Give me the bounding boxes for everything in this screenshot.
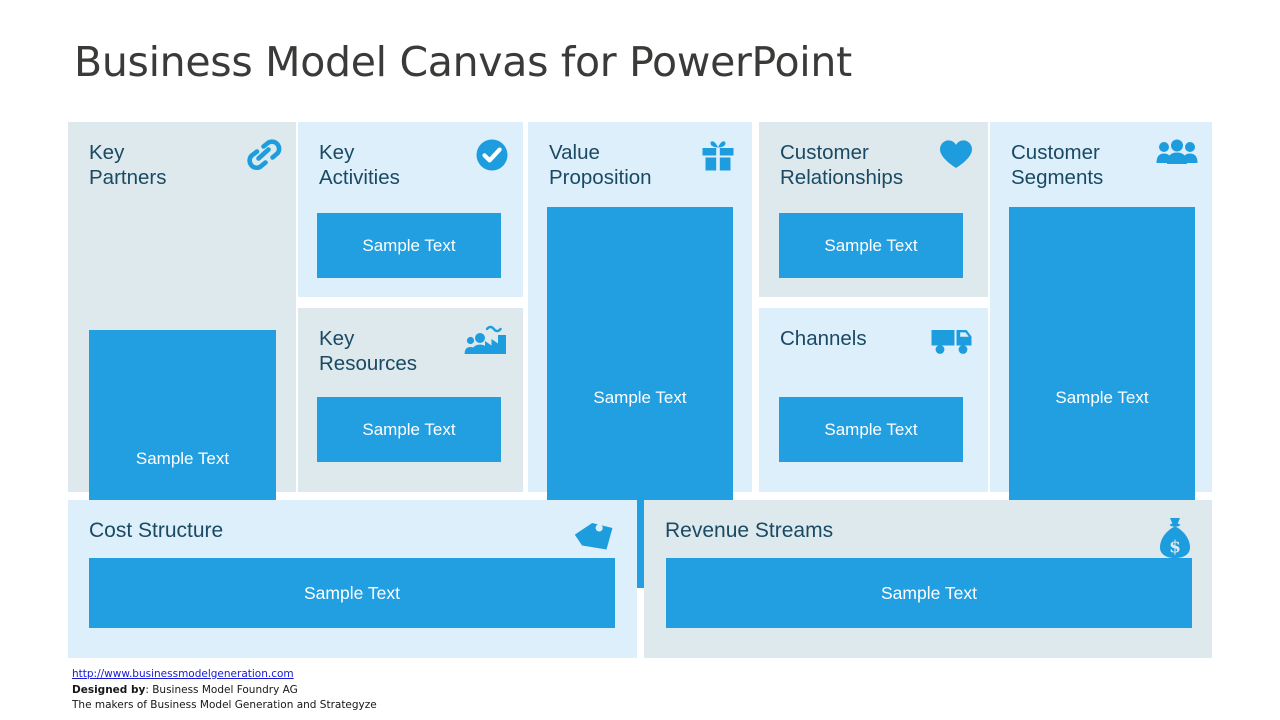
panel-key-partners[interactable]: Key Partners Sample Text [68, 122, 296, 588]
sample-text: Sample Text [593, 387, 687, 407]
footer-designed-by-label: Designed by [72, 683, 146, 696]
panel-key-activities-sample-block[interactable]: Sample Text [317, 213, 501, 278]
people-group-icon [1152, 138, 1198, 180]
price-tag-icon [573, 518, 619, 562]
panel-customer-relationships[interactable]: Customer Relationships Sample Text [759, 122, 988, 297]
delivery-truck-icon [928, 324, 974, 366]
panel-key-activities[interactable]: Key Activities Sample Text [298, 122, 523, 297]
footer: http://www.businessmodelgeneration.com D… [72, 667, 377, 714]
panel-revenue-streams[interactable]: Revenue Streams $ Sample Text [644, 500, 1212, 658]
sample-text: Sample Text [362, 235, 456, 255]
panel-customer-segments[interactable]: Customer Segments Sample Text [990, 122, 1212, 588]
footer-designed-by: Designed by: Business Model Foundry AG [72, 683, 377, 699]
heart-icon [928, 138, 974, 180]
panel-channels-sample-block[interactable]: Sample Text [779, 397, 963, 462]
panel-revenue-streams-title: Revenue Streams [665, 519, 834, 542]
footer-tagline: The makers of Business Model Generation … [72, 699, 377, 711]
factory-people-icon [463, 324, 509, 366]
money-bag-icon: $ [1152, 516, 1192, 562]
sample-text: Sample Text [135, 449, 230, 468]
panel-cost-structure-sample-block[interactable]: Sample Text [89, 558, 615, 628]
gift-box-icon [692, 138, 738, 180]
chain-link-icon [236, 138, 282, 180]
slide-canvas: Business Model Canvas for PowerPoint Key… [0, 0, 1280, 720]
panel-customer-relationships-sample-block[interactable]: Sample Text [779, 213, 963, 278]
footer-designed-by-value: : Business Model Foundry AG [145, 683, 298, 696]
sample-text: Sample Text [824, 235, 918, 255]
sample-text: Sample Text [362, 419, 456, 439]
sample-text: Sample Text [824, 419, 918, 439]
sample-text: Sample Text [881, 582, 977, 603]
footer-website-link[interactable]: http://www.businessmodelgeneration.com [72, 667, 377, 683]
panel-revenue-streams-sample-block[interactable]: Sample Text [666, 558, 1192, 628]
panel-channels[interactable]: Channels Sample Text [759, 308, 988, 492]
panel-key-resources-sample-block[interactable]: Sample Text [317, 397, 501, 462]
panel-cost-structure[interactable]: Cost Structure Sample Text [68, 500, 637, 658]
check-circle-icon [463, 138, 509, 180]
panel-key-resources[interactable]: Key Resources Sample Text [298, 308, 523, 492]
panel-value-proposition[interactable]: Value Proposition Sample Text [528, 122, 752, 588]
panel-cost-structure-title: Cost Structure [89, 519, 224, 542]
sample-text: Sample Text [304, 582, 400, 603]
page-title: Business Model Canvas for PowerPoint [74, 38, 852, 86]
svg-text:$: $ [1169, 538, 1181, 558]
sample-text: Sample Text [1055, 387, 1149, 407]
